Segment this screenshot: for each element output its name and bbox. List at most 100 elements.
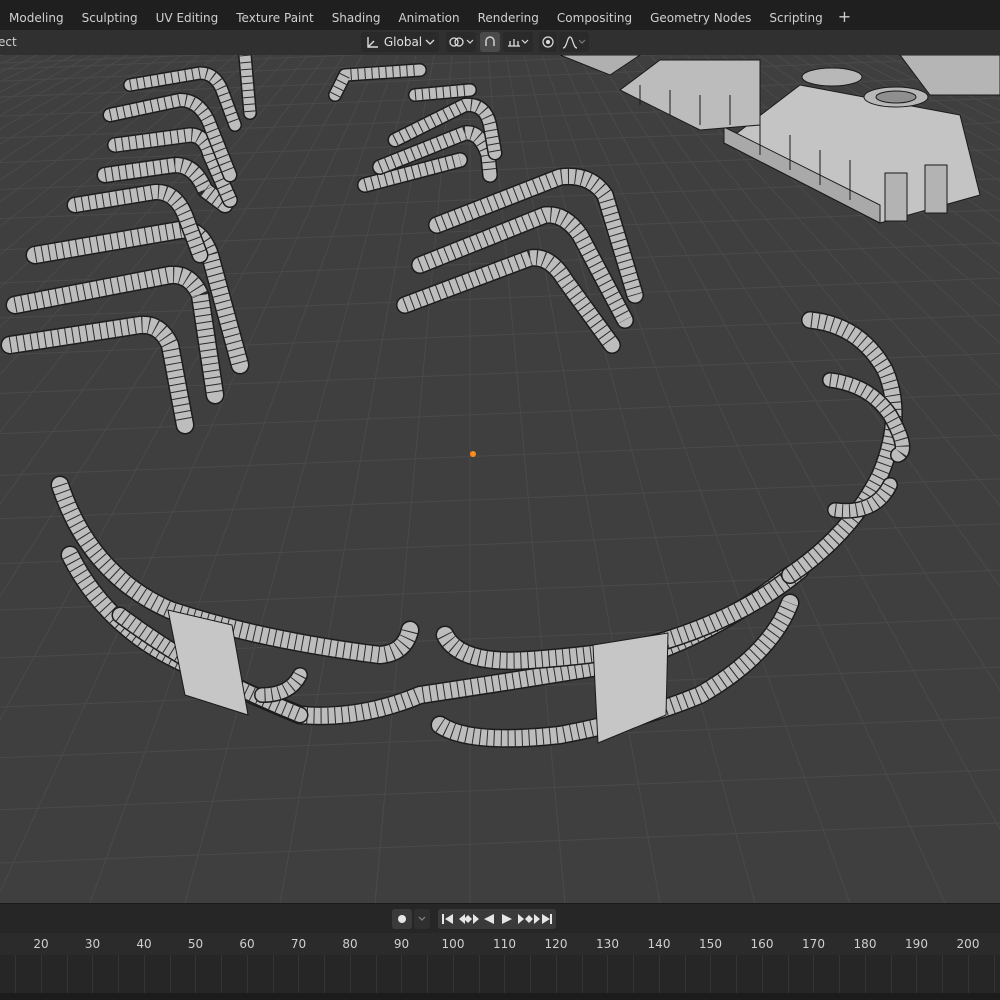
frame-gridline xyxy=(169,955,171,993)
3d-viewport[interactable] xyxy=(0,55,1000,903)
frame-gridline xyxy=(967,955,969,993)
frame-gridline xyxy=(942,955,943,993)
chevron-down-icon xyxy=(418,916,426,921)
chevron-down-icon xyxy=(578,39,586,44)
playback-controls xyxy=(438,909,556,929)
snap-target-dropdown[interactable] xyxy=(503,32,533,52)
frame-gridline xyxy=(272,955,274,993)
auto-keying-button[interactable] xyxy=(392,909,412,929)
add-workspace-button[interactable]: + xyxy=(832,0,857,34)
tab-geometry-nodes[interactable]: Geometry Nodes xyxy=(641,0,760,34)
grid-line xyxy=(0,55,3,57)
grid-line xyxy=(0,822,1000,864)
frame-gridline xyxy=(66,955,68,993)
frame-gridline xyxy=(684,955,686,993)
chevron-down-icon xyxy=(425,39,435,45)
keying-dropdown[interactable] xyxy=(414,909,430,929)
frame-tick-label: 20 xyxy=(33,937,49,951)
frame-gridline xyxy=(916,955,918,993)
grid-line xyxy=(0,55,93,104)
frame-gridline xyxy=(839,955,840,993)
frame-tick-label: 170 xyxy=(802,937,825,951)
record-icon xyxy=(398,915,406,923)
frame-gridline xyxy=(143,955,145,993)
frame-tick-label: 200 xyxy=(956,937,980,951)
proportional-falloff-dropdown[interactable] xyxy=(559,32,589,52)
play-icon[interactable] xyxy=(502,914,512,924)
tab-shading[interactable]: Shading xyxy=(323,0,390,34)
frame-tick-label: 30 xyxy=(84,937,101,951)
frame-gridline xyxy=(221,955,222,993)
prev-keyframe-icon[interactable] xyxy=(459,914,479,924)
playback-icons xyxy=(442,914,552,924)
jump-start-icon[interactable] xyxy=(442,914,453,924)
pipe-mesh xyxy=(52,477,418,663)
tab-uv-editing[interactable]: UV Editing xyxy=(147,0,228,34)
frame-tick-label: 100 xyxy=(441,937,465,951)
timeline-header xyxy=(0,903,1000,934)
snap-increment-icon xyxy=(508,39,520,47)
frame-gridline xyxy=(427,955,428,993)
frame-gridline xyxy=(864,955,866,993)
frame-gridline xyxy=(452,955,454,993)
tab-rendering[interactable]: Rendering xyxy=(469,0,548,34)
tab-modeling[interactable]: Modeling xyxy=(0,0,73,34)
frame-tick-label: 90 xyxy=(393,937,410,951)
grid-line xyxy=(89,55,399,903)
falloff-curve-icon xyxy=(562,36,578,49)
frame-tick-label: 80 xyxy=(342,937,358,951)
transform-orientation-label: Global xyxy=(383,35,423,49)
tab-scripting[interactable]: Scripting xyxy=(760,0,831,34)
pipe-mesh xyxy=(255,668,307,702)
frame-gridline xyxy=(375,955,377,993)
frame-gridline xyxy=(761,955,763,993)
pivot-point-icon xyxy=(449,37,464,47)
timeline-track-area[interactable] xyxy=(0,955,1000,993)
frame-tick-label: 120 xyxy=(544,937,568,951)
frame-gridline xyxy=(401,955,403,993)
grid-line xyxy=(0,55,57,83)
grid-line xyxy=(0,55,21,65)
pivot-point-dropdown[interactable] xyxy=(446,32,476,52)
chevron-down-icon xyxy=(466,39,474,44)
transform-orientation-dropdown[interactable]: Global xyxy=(361,32,439,52)
frame-gridline xyxy=(324,955,325,993)
snap-toggle[interactable] xyxy=(480,32,500,52)
tab-sculpting[interactable]: Sculpting xyxy=(73,0,147,34)
frame-tick-label: 130 xyxy=(596,937,619,951)
frame-gridline xyxy=(504,955,506,993)
proportional-editing-toggle[interactable] xyxy=(539,32,557,52)
grid-line xyxy=(279,55,435,903)
viewport-scene xyxy=(0,55,1000,903)
transform-orientation-icon xyxy=(367,37,378,48)
grid-line xyxy=(0,55,309,433)
snap-magnet-icon xyxy=(485,36,495,46)
tab-texture-paint[interactable]: Texture Paint xyxy=(227,0,322,34)
grid-line xyxy=(0,55,39,73)
tab-compositing[interactable]: Compositing xyxy=(548,0,641,34)
frame-gridline xyxy=(633,955,634,993)
tab-animation[interactable]: Animation xyxy=(389,0,468,34)
frame-gridline xyxy=(530,955,531,993)
frame-gridline xyxy=(298,955,300,993)
frame-tick-label: 190 xyxy=(905,937,928,951)
jump-end-icon[interactable] xyxy=(542,914,552,924)
grid-line xyxy=(0,55,165,162)
frame-gridline xyxy=(710,955,712,993)
next-keyframe-icon[interactable] xyxy=(518,914,540,924)
timeline-scrollbar[interactable] xyxy=(0,993,1000,1000)
frame-gridline xyxy=(92,955,94,993)
frame-gridline xyxy=(246,955,248,993)
frame-tick-label: 160 xyxy=(750,937,774,951)
timeline-frame-ruler[interactable]: 20 30 40 50 60 70 80 90 100 110 120 130 140 150 160 170… xyxy=(0,933,1000,955)
frame-gridline xyxy=(607,955,609,993)
object-origin-point xyxy=(470,451,476,457)
frame-tick-label: 50 xyxy=(187,937,204,951)
frame-gridline xyxy=(581,955,583,993)
play-reverse-icon[interactable] xyxy=(484,914,494,924)
grid-line xyxy=(0,393,1000,435)
frame-tick-label: 70 xyxy=(290,937,307,951)
frame-gridline xyxy=(555,955,557,993)
select-menu-label[interactable]: ect xyxy=(0,35,17,49)
frame-gridline xyxy=(890,955,892,993)
